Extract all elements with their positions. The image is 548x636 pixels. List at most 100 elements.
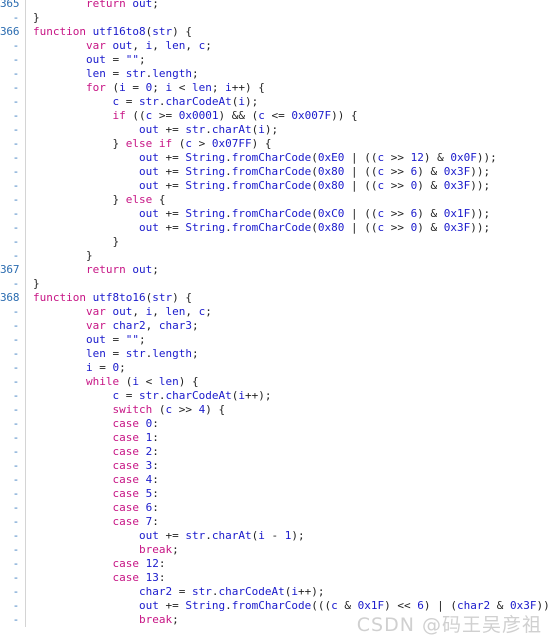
gutter-marker[interactable]: - <box>0 361 25 375</box>
gutter-marker[interactable]: - <box>0 557 25 571</box>
gutter-marker[interactable]: - <box>0 67 25 81</box>
gutter-marker[interactable]: - <box>0 221 25 235</box>
code-line[interactable]: - case 4: <box>0 473 548 487</box>
gutter-marker[interactable]: - <box>0 417 25 431</box>
code-line[interactable]: - i = 0; <box>0 361 548 375</box>
gutter-marker[interactable]: - <box>0 235 25 249</box>
gutter-marker[interactable]: - <box>0 529 25 543</box>
gutter-marker[interactable]: - <box>0 305 25 319</box>
code-line[interactable]: - c = str.charCodeAt(i++); <box>0 389 548 403</box>
code-line[interactable]: - out += str.charAt(i); <box>0 123 548 137</box>
gutter-marker[interactable]: - <box>0 123 25 137</box>
gutter-marker[interactable]: - <box>0 375 25 389</box>
code-line[interactable]: - out += str.charAt(i - 1); <box>0 529 548 543</box>
gutter-marker[interactable]: - <box>0 543 25 557</box>
code-token-id: char3 <box>158 319 192 332</box>
gutter-marker[interactable]: - <box>0 165 25 179</box>
code-line[interactable]: - case 3: <box>0 459 548 473</box>
code-line[interactable]: - } <box>0 249 548 263</box>
code-line[interactable]: - if ((c >= 0x0001) && (c <= 0x007F)) { <box>0 109 548 123</box>
code-line[interactable]: - out += String.fromCharCode(0xE0 | ((c … <box>0 151 548 165</box>
code-line[interactable]: - var out, i, len, c; <box>0 39 548 53</box>
code-line[interactable]: 365 return out; <box>0 0 548 11</box>
gutter-line-number[interactable]: 368 <box>0 291 25 305</box>
code-line[interactable]: - var char2, char3; <box>0 319 548 333</box>
gutter-marker[interactable]: - <box>0 571 25 585</box>
code-token-pl: } <box>112 193 126 206</box>
code-line[interactable]: - case 6: <box>0 501 548 515</box>
code-line[interactable]: - c = str.charCodeAt(i); <box>0 95 548 109</box>
code-line[interactable]: 366 function utf16to8(str) { <box>0 25 548 39</box>
gutter-marker[interactable]: - <box>0 473 25 487</box>
code-token-pl: ) { <box>205 403 226 416</box>
code-line[interactable]: -} <box>0 277 548 291</box>
code-line[interactable]: - for (i = 0; i < len; i++) { <box>0 81 548 95</box>
gutter-line-number[interactable]: 367 <box>0 263 25 277</box>
code-token-pl: (( <box>125 109 146 122</box>
gutter-marker[interactable]: - <box>0 515 25 529</box>
gutter-separator <box>25 291 26 305</box>
gutter-marker[interactable]: - <box>0 585 25 599</box>
gutter-marker[interactable]: - <box>0 319 25 333</box>
gutter-line-number[interactable]: 366 <box>0 25 25 39</box>
gutter-marker[interactable]: - <box>0 39 25 53</box>
gutter-separator <box>25 67 26 81</box>
code-line[interactable]: - case 12: <box>0 557 548 571</box>
code-line[interactable]: - break; <box>0 613 548 627</box>
code-line[interactable]: - out += String.fromCharCode(0x80 | ((c … <box>0 179 548 193</box>
gutter-marker[interactable]: - <box>0 613 25 627</box>
gutter-marker[interactable]: - <box>0 501 25 515</box>
gutter-marker[interactable]: - <box>0 207 25 221</box>
code-line[interactable]: - out += String.fromCharCode(0xC0 | ((c … <box>0 207 548 221</box>
code-line[interactable]: 367 return out; <box>0 263 548 277</box>
code-line[interactable]: - switch (c >> 4) { <box>0 403 548 417</box>
code-line-text: out = ""; <box>33 53 548 67</box>
code-line[interactable]: - out += String.fromCharCode(((c & 0x1F)… <box>0 599 548 613</box>
gutter-marker[interactable]: - <box>0 11 25 25</box>
code-line[interactable]: 368 function utf8to16(str) { <box>0 291 548 305</box>
gutter-marker[interactable]: - <box>0 347 25 361</box>
gutter-marker[interactable]: - <box>0 53 25 67</box>
code-line[interactable]: - } <box>0 235 548 249</box>
code-line[interactable]: - case 2: <box>0 445 548 459</box>
code-line[interactable]: - } else { <box>0 193 548 207</box>
gutter-marker[interactable]: - <box>0 249 25 263</box>
code-line[interactable]: - char2 = str.charCodeAt(i++); <box>0 585 548 599</box>
gutter-marker[interactable]: - <box>0 277 25 291</box>
gutter-marker[interactable]: - <box>0 599 25 613</box>
gutter-marker[interactable]: - <box>0 403 25 417</box>
code-line[interactable]: - out = ""; <box>0 333 548 347</box>
code-line[interactable]: - break; <box>0 543 548 557</box>
code-line[interactable]: - len = str.length; <box>0 67 548 81</box>
code-line[interactable]: - case 5: <box>0 487 548 501</box>
code-line[interactable]: - case 0: <box>0 417 548 431</box>
gutter-marker[interactable]: - <box>0 459 25 473</box>
code-line[interactable]: -} <box>0 11 548 25</box>
gutter-marker[interactable]: - <box>0 445 25 459</box>
gutter-marker[interactable]: - <box>0 95 25 109</box>
code-line[interactable]: - case 7: <box>0 515 548 529</box>
gutter-marker[interactable]: - <box>0 109 25 123</box>
code-line[interactable]: - } else if (c > 0x07FF) { <box>0 137 548 151</box>
code-line[interactable]: - len = str.length; <box>0 347 548 361</box>
code-line[interactable]: - while (i < len) { <box>0 375 548 389</box>
gutter-marker[interactable]: - <box>0 179 25 193</box>
gutter-marker[interactable]: - <box>0 487 25 501</box>
code-editor-content[interactable]: 365 return out; -} 366 function utf16to8(st… <box>0 0 548 627</box>
gutter-marker[interactable]: - <box>0 193 25 207</box>
code-token-pl: . <box>225 179 232 192</box>
code-line[interactable]: - var out, i, len, c; <box>0 305 548 319</box>
gutter-marker[interactable]: - <box>0 151 25 165</box>
gutter-marker[interactable]: - <box>0 137 25 151</box>
code-line[interactable]: - out += String.fromCharCode(0x80 | ((c … <box>0 165 548 179</box>
code-line[interactable]: - case 13: <box>0 571 548 585</box>
code-token-pl: ; <box>152 0 159 10</box>
gutter-marker[interactable]: - <box>0 389 25 403</box>
gutter-marker[interactable]: - <box>0 81 25 95</box>
gutter-line-number[interactable]: 365 <box>0 0 25 11</box>
code-line[interactable]: - case 1: <box>0 431 548 445</box>
gutter-marker[interactable]: - <box>0 333 25 347</box>
code-line[interactable]: - out += String.fromCharCode(0x80 | ((c … <box>0 221 548 235</box>
gutter-marker[interactable]: - <box>0 431 25 445</box>
code-line[interactable]: - out = ""; <box>0 53 548 67</box>
